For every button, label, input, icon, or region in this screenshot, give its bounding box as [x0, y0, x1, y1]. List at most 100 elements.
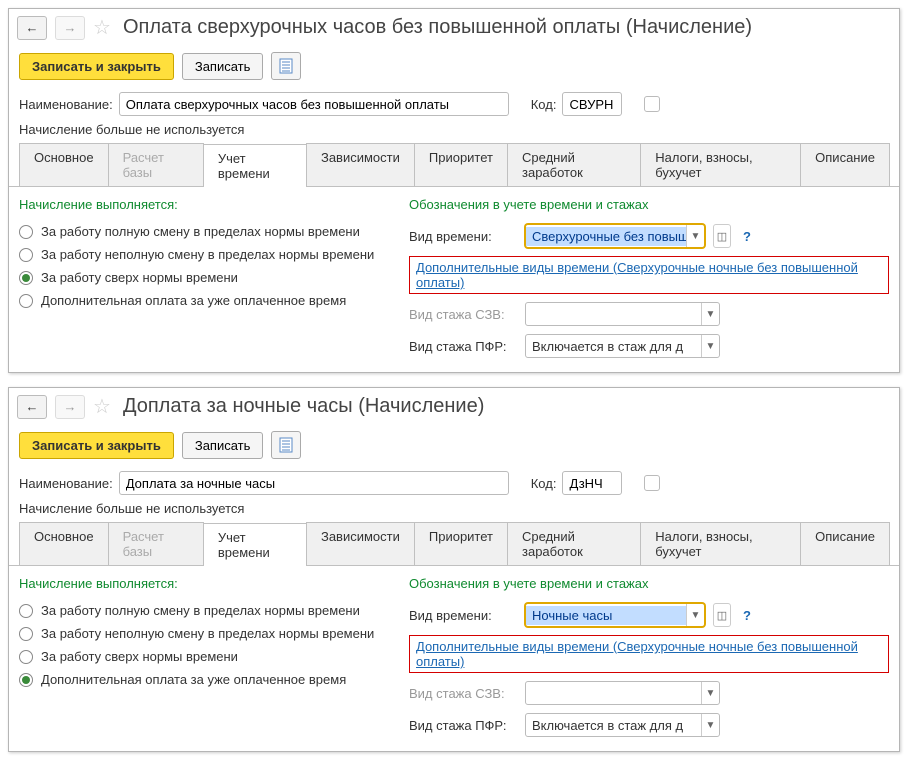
- stazh-szv-value: [526, 312, 701, 316]
- tab-3[interactable]: Зависимости: [306, 143, 415, 186]
- stazh-szv-label: Вид стажа СЗВ:: [409, 307, 519, 322]
- stazh-pfr-row: Вид стажа ПФР: Включается в стаж для д ▼: [409, 330, 889, 362]
- right-column: Обозначения в учете времени и стажах Вид…: [409, 197, 889, 362]
- stazh-szv-label: Вид стажа СЗВ:: [409, 686, 519, 701]
- tab-1[interactable]: Расчет базы: [108, 522, 204, 565]
- radio-label: За работу полную смену в пределах нормы …: [41, 603, 360, 618]
- radio-icon: [19, 604, 33, 618]
- favorite-star-icon[interactable]: ☆: [93, 15, 111, 40]
- stazh-szv-value: [526, 691, 701, 695]
- radio-option-1[interactable]: За работу неполную смену в пределах норм…: [19, 622, 399, 645]
- right-column: Обозначения в учете времени и стажах Вид…: [409, 576, 889, 741]
- chevron-down-icon[interactable]: ▼: [686, 225, 704, 247]
- radio-icon: [19, 248, 33, 262]
- help-icon[interactable]: ?: [743, 608, 751, 623]
- not-used-checkbox[interactable]: [644, 475, 660, 491]
- chevron-down-icon[interactable]: ▼: [701, 335, 719, 357]
- tab-3[interactable]: Зависимости: [306, 522, 415, 565]
- tab-body: Начисление выполняется: За работу полную…: [9, 187, 899, 372]
- stazh-pfr-label: Вид стажа ПФР:: [409, 339, 519, 354]
- tab-0[interactable]: Основное: [19, 143, 109, 186]
- radio-option-3[interactable]: Дополнительная оплата за уже оплаченное …: [19, 668, 399, 691]
- nav-forward-button[interactable]: →: [55, 16, 85, 40]
- tab-2[interactable]: Учет времени: [203, 144, 307, 187]
- window-title: Оплата сверхурочных часов без повышенной…: [123, 16, 752, 39]
- open-extern-icon[interactable]: ◫: [713, 224, 731, 248]
- titlebar: ← → ☆ Оплата сверхурочных часов без повы…: [9, 9, 899, 46]
- nav-forward-button[interactable]: →: [55, 395, 85, 419]
- radio-option-0[interactable]: За работу полную смену в пределах нормы …: [19, 599, 399, 622]
- tabs: ОсновноеРасчет базыУчет времениЗависимос…: [9, 522, 899, 566]
- tab-4[interactable]: Приоритет: [414, 522, 508, 565]
- form-row: Наименование: Код: Начисление больше не …: [9, 465, 899, 522]
- tab-4[interactable]: Приоритет: [414, 143, 508, 186]
- radio-label: За работу неполную смену в пределах норм…: [41, 626, 374, 641]
- left-group-title: Начисление выполняется:: [19, 576, 399, 591]
- radio-label: За работу полную смену в пределах нормы …: [41, 224, 360, 239]
- radio-icon: [19, 673, 33, 687]
- code-label: Код:: [531, 97, 557, 112]
- tab-5[interactable]: Средний заработок: [507, 143, 641, 186]
- tabs: ОсновноеРасчет базыУчет времениЗависимос…: [9, 143, 899, 187]
- save-close-button[interactable]: Записать и закрыть: [19, 53, 174, 80]
- stazh-pfr-combo[interactable]: Включается в стаж для д ▼: [525, 713, 720, 737]
- nav-back-button[interactable]: ←: [17, 395, 47, 419]
- vid-vremeni-combo[interactable]: Ночные часы ▼: [525, 603, 705, 627]
- list-button[interactable]: [271, 52, 301, 80]
- tab-2[interactable]: Учет времени: [203, 523, 307, 566]
- stazh-pfr-value: Включается в стаж для д: [526, 337, 701, 356]
- radio-icon: [19, 225, 33, 239]
- stazh-pfr-combo[interactable]: Включается в стаж для д ▼: [525, 334, 720, 358]
- save-button[interactable]: Записать: [182, 53, 264, 80]
- window: ← → ☆ Оплата сверхурочных часов без повы…: [8, 8, 900, 373]
- vid-vremeni-label: Вид времени:: [409, 608, 519, 623]
- radio-option-1[interactable]: За работу неполную смену в пределах норм…: [19, 243, 399, 266]
- tab-1[interactable]: Расчет базы: [108, 143, 204, 186]
- radio-option-0[interactable]: За работу полную смену в пределах нормы …: [19, 220, 399, 243]
- toolbar: Записать и закрыть Записать: [9, 46, 899, 86]
- chevron-down-icon[interactable]: ▼: [686, 604, 704, 626]
- window: ← → ☆ Доплата за ночные часы (Начисление…: [8, 387, 900, 752]
- tab-6[interactable]: Налоги, взносы, бухучет: [640, 143, 801, 186]
- tab-5[interactable]: Средний заработок: [507, 522, 641, 565]
- name-input[interactable]: [119, 471, 509, 495]
- tab-0[interactable]: Основное: [19, 522, 109, 565]
- radio-icon: [19, 650, 33, 664]
- stazh-szv-row: Вид стажа СЗВ: ▼: [409, 298, 889, 330]
- stazh-szv-combo[interactable]: ▼: [525, 681, 720, 705]
- radio-option-2[interactable]: За работу сверх нормы времени: [19, 645, 399, 668]
- right-group-title: Обозначения в учете времени и стажах: [409, 197, 889, 212]
- open-extern-icon[interactable]: ◫: [713, 603, 731, 627]
- list-button[interactable]: [271, 431, 301, 459]
- nav-back-button[interactable]: ←: [17, 16, 47, 40]
- stazh-szv-row: Вид стажа СЗВ: ▼: [409, 677, 889, 709]
- tab-6[interactable]: Налоги, взносы, бухучет: [640, 522, 801, 565]
- code-input[interactable]: [562, 92, 622, 116]
- right-group-title: Обозначения в учете времени и стажах: [409, 576, 889, 591]
- not-used-checkbox[interactable]: [644, 96, 660, 112]
- extra-types-link[interactable]: Дополнительные виды времени (Сверхурочны…: [409, 256, 889, 294]
- name-label: Наименование:: [19, 97, 113, 112]
- stazh-pfr-value: Включается в стаж для д: [526, 716, 701, 735]
- tab-7[interactable]: Описание: [800, 522, 890, 565]
- stazh-pfr-label: Вид стажа ПФР:: [409, 718, 519, 733]
- chevron-down-icon[interactable]: ▼: [701, 714, 719, 736]
- help-icon[interactable]: ?: [743, 229, 751, 244]
- radio-label: За работу сверх нормы времени: [41, 270, 238, 285]
- extra-types-link[interactable]: Дополнительные виды времени (Сверхурочны…: [409, 635, 889, 673]
- chevron-down-icon[interactable]: ▼: [701, 303, 719, 325]
- radio-option-2[interactable]: За работу сверх нормы времени: [19, 266, 399, 289]
- vid-vremeni-value: Сверхурочные без повыш: [526, 227, 686, 246]
- stazh-szv-combo[interactable]: ▼: [525, 302, 720, 326]
- save-button[interactable]: Записать: [182, 432, 264, 459]
- favorite-star-icon[interactable]: ☆: [93, 394, 111, 419]
- name-input[interactable]: [119, 92, 509, 116]
- save-close-button[interactable]: Записать и закрыть: [19, 432, 174, 459]
- vid-vremeni-label: Вид времени:: [409, 229, 519, 244]
- chevron-down-icon[interactable]: ▼: [701, 682, 719, 704]
- tab-7[interactable]: Описание: [800, 143, 890, 186]
- stazh-pfr-row: Вид стажа ПФР: Включается в стаж для д ▼: [409, 709, 889, 741]
- vid-vremeni-combo[interactable]: Сверхурочные без повыш ▼: [525, 224, 705, 248]
- code-input[interactable]: [562, 471, 622, 495]
- radio-option-3[interactable]: Дополнительная оплата за уже оплаченное …: [19, 289, 399, 312]
